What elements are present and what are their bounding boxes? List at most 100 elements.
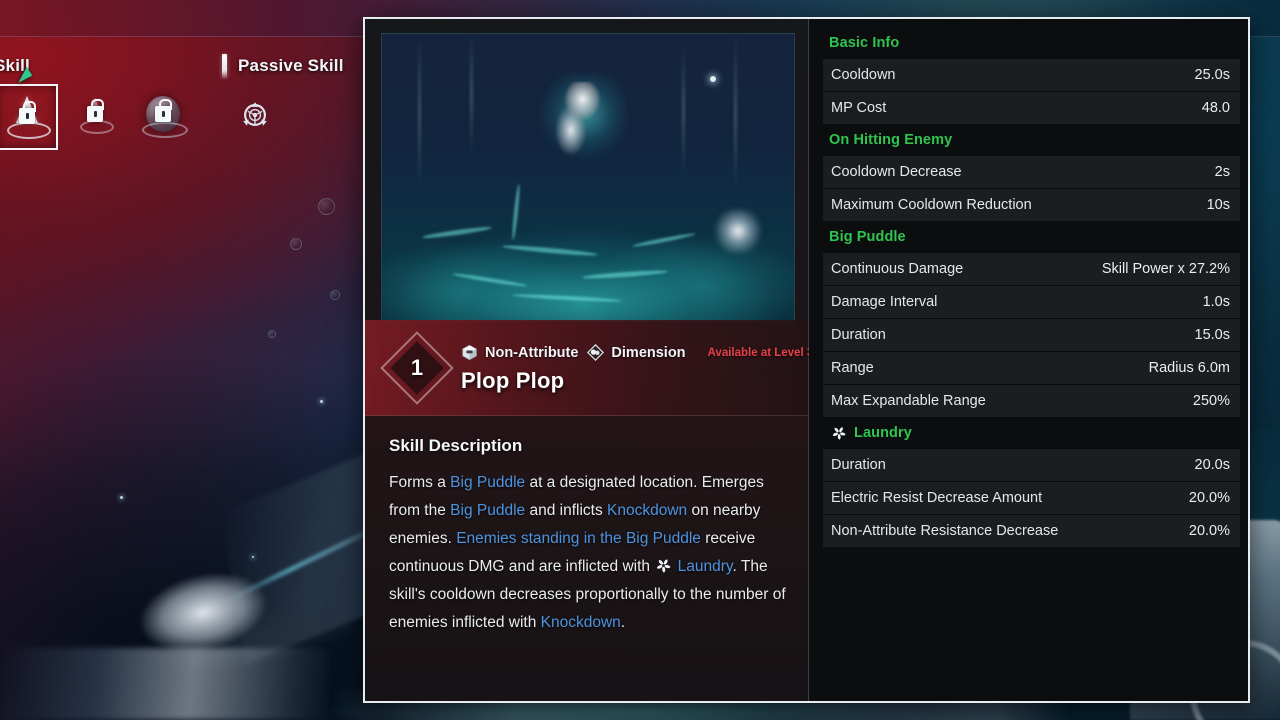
stat-value: 20.0%: [1188, 523, 1230, 539]
skill-description-section: Skill Description Forms a Big Puddle at …: [365, 416, 808, 701]
laundry-pinwheel-icon: [832, 427, 846, 440]
stat-value: Radius 6.0m: [1148, 360, 1230, 376]
description-keyword: Laundry: [677, 558, 733, 575]
stat-label: Continuous Damage: [831, 261, 964, 277]
stat-label: Electric Resist Decrease Amount: [831, 490, 1043, 506]
passive-section-label: Passive Skill: [238, 56, 344, 75]
lock-orb-icon: [141, 92, 188, 138]
stat-label: Non-Attribute Resistance Decrease: [831, 523, 1059, 539]
skill-name: Plop Plop: [461, 368, 565, 393]
preview-lamp-glow: [712, 209, 764, 253]
skill-slot-2[interactable]: [66, 84, 124, 146]
skill-preview-image: [381, 33, 795, 322]
skill-availability: Available at Level 3: [707, 346, 814, 359]
passive-slot-1[interactable]: [226, 84, 284, 146]
stat-row: Duration 20.0s: [823, 448, 1240, 481]
stat-label: Duration: [831, 327, 886, 343]
background-spark: [320, 400, 323, 403]
stat-row: Cooldown 25.0s: [823, 58, 1240, 91]
background-spark: [252, 556, 254, 558]
skill-level-number: 1: [410, 355, 424, 380]
preview-light-dot: [710, 76, 716, 82]
lock-icon: [19, 101, 36, 124]
skill-type-label: Dimension: [611, 344, 686, 361]
stat-value: 250%: [1192, 393, 1230, 409]
passive-section-marker: [222, 54, 227, 78]
lock-icon: [155, 99, 172, 122]
background-bubble: [268, 330, 276, 338]
background-spark: [120, 496, 123, 499]
stat-label: Max Expandable Range: [831, 393, 986, 409]
skill-tags: Non-Attribute Dimension Available at Lev…: [461, 344, 813, 361]
stat-value: Skill Power x 27.2%: [1101, 261, 1230, 277]
stat-label: Maximum Cooldown Reduction: [831, 197, 1032, 213]
skill-attribute-label: Non-Attribute: [485, 344, 579, 361]
emblem-icon: [233, 92, 277, 138]
stat-label: Cooldown: [831, 67, 896, 83]
stat-row: Range Radius 6.0m: [823, 351, 1240, 384]
stat-row: Non-Attribute Resistance Decrease 20.0%: [823, 514, 1240, 547]
skill-overview-column: 1 Non-Attribute Dimension Available at L…: [365, 19, 813, 701]
background-bubble: [290, 238, 302, 250]
skill-level-badge: 1: [380, 331, 454, 405]
stat-label: Duration: [831, 457, 886, 473]
stat-row: Maximum Cooldown Reduction 10s: [823, 188, 1240, 221]
skill-rail: Skill Passive Skill: [0, 36, 360, 166]
skill-attribute: Non-Attribute: [461, 344, 578, 361]
stat-value: 25.0s: [1194, 67, 1230, 83]
description-keyword: Big Puddle: [450, 502, 526, 519]
background-bubble: [330, 290, 340, 300]
lock-icon: [87, 99, 104, 122]
skill-header: 1 Non-Attribute Dimension Available at L…: [365, 320, 813, 416]
description-text: .: [620, 614, 626, 631]
plop-plop-icon: [5, 94, 51, 140]
stat-row: Damage Interval 1.0s: [823, 285, 1240, 318]
stat-value: 1.0s: [1202, 294, 1230, 310]
background-mech-lower: [0, 648, 330, 720]
stat-row: Continuous Damage Skill Power x 27.2%: [823, 252, 1240, 285]
laundry-pinwheel-icon: [657, 559, 671, 573]
stat-value: 20.0%: [1188, 490, 1230, 506]
skill-description-title: Skill Description: [389, 436, 523, 455]
description-text: Forms a: [389, 474, 451, 491]
skill-stats-column: Basic Info Cooldown 25.0s MP Cost 48.0 On Hit…: [809, 19, 1248, 701]
stat-group-title: On Hitting Enemy: [823, 124, 1240, 155]
stat-label: MP Cost: [831, 100, 887, 116]
description-keyword: Enemies standing in the Big Puddle: [456, 530, 701, 547]
description-keyword: Knockdown: [607, 502, 688, 519]
description-keyword: Knockdown: [540, 614, 621, 631]
stat-row: MP Cost 48.0: [823, 91, 1240, 124]
stat-value: 48.0: [1201, 100, 1230, 116]
stat-group-label: On Hitting Enemy: [829, 132, 953, 148]
description-keyword: Big Puddle: [450, 474, 526, 491]
skill-slot-3[interactable]: [134, 84, 192, 146]
stat-label: Damage Interval: [831, 294, 938, 310]
background-bubble: [318, 198, 335, 215]
stat-group-label: Laundry: [854, 425, 912, 441]
stat-row: Cooldown Decrease 2s: [823, 155, 1240, 188]
stat-row: Max Expandable Range 250%: [823, 384, 1240, 417]
stat-group-label: Basic Info: [829, 35, 900, 51]
stat-group-label: Big Puddle: [829, 229, 906, 245]
skill-type: Dimension: [587, 344, 686, 361]
dimension-icon: [587, 344, 605, 361]
stat-row: Electric Resist Decrease Amount 20.0%: [823, 481, 1240, 514]
stat-value: 10s: [1206, 197, 1230, 213]
description-text: and inflicts: [525, 502, 608, 519]
stat-value: 2s: [1214, 164, 1230, 180]
stat-group-title: Big Puddle: [823, 221, 1240, 252]
locked-skill-icon: [73, 92, 117, 138]
skill-description-text: Forms a Big Puddle at a designated locat…: [389, 469, 786, 637]
skill-detail-panel: 1 Non-Attribute Dimension Available at L…: [363, 17, 1250, 703]
stat-row: Duration 15.0s: [823, 318, 1240, 351]
stat-group-title: Basic Info: [823, 27, 1240, 58]
stat-value: 20.0s: [1194, 457, 1230, 473]
game-screen: Skill Passive Skill: [0, 0, 1280, 720]
non-attribute-icon: [462, 344, 477, 361]
skill-slot-1[interactable]: [0, 84, 58, 150]
stat-label: Range: [831, 360, 874, 376]
stat-value: 15.0s: [1194, 327, 1230, 343]
stat-group-title: Laundry: [823, 417, 1240, 448]
preview-character: [550, 82, 608, 160]
stat-label: Cooldown Decrease: [831, 164, 962, 180]
